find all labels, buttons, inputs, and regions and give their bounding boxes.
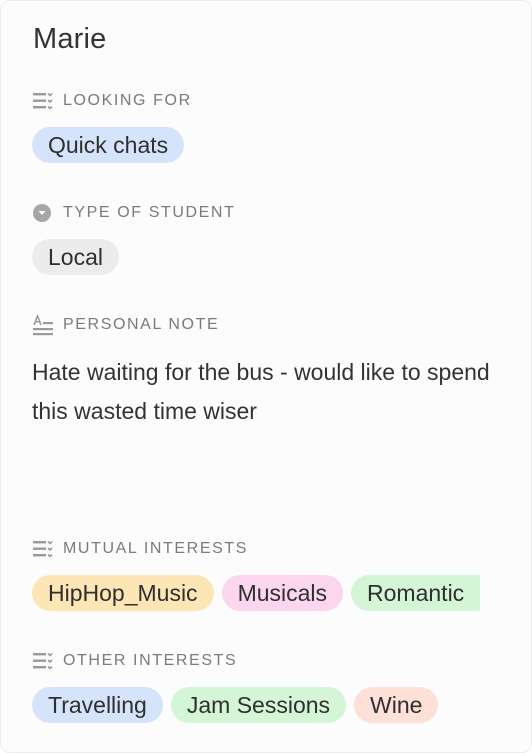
tag-wine[interactable]: Wine: [354, 687, 439, 723]
long-text-icon: [32, 313, 54, 336]
tag-jam-sessions[interactable]: Jam Sessions: [170, 687, 347, 723]
single-select-icon: [32, 202, 54, 224]
tag-romantic[interactable]: Romantic: [351, 575, 481, 611]
section-label: TYPE OF STUDENT: [63, 204, 236, 221]
tag-hiphop-music[interactable]: HipHop_Music: [32, 575, 214, 611]
tag-local[interactable]: Local: [32, 239, 119, 275]
multi-select-icon: [32, 538, 54, 560]
tag-quick-chats[interactable]: Quick chats: [32, 127, 185, 163]
section-label: LOOKING FOR: [63, 92, 192, 109]
tag-musicals[interactable]: Musicals: [221, 575, 344, 611]
type-of-student-tags: Local: [32, 239, 504, 275]
profile-name: Marie: [33, 23, 107, 55]
other-interests-tags: Travelling Jam Sessions Wine: [32, 687, 504, 723]
looking-for-header: LOOKING FOR: [32, 90, 192, 112]
section-label: PERSONAL NOTE: [63, 316, 220, 333]
profile-card: Marie LOOKING FOR Quick chats TYPE OF ST…: [0, 0, 532, 753]
section-label: MUTUAL INTERESTS: [63, 540, 249, 557]
multi-select-icon: [32, 650, 54, 672]
type-of-student-header: TYPE OF STUDENT: [32, 202, 235, 224]
multi-select-icon: [32, 90, 54, 112]
other-interests-header: OTHER INTERESTS: [32, 650, 237, 672]
mutual-interests-tags: HipHop_Music Musicals Romantic: [32, 575, 504, 611]
looking-for-tags: Quick chats: [32, 127, 504, 163]
personal-note-text: Hate waiting for the bus - would like to…: [32, 359, 490, 424]
section-label: OTHER INTERESTS: [63, 652, 238, 669]
mutual-interests-header: MUTUAL INTERESTS: [32, 538, 248, 560]
personal-note-header: PERSONAL NOTE: [32, 313, 220, 336]
tag-travelling[interactable]: Travelling: [32, 687, 163, 723]
